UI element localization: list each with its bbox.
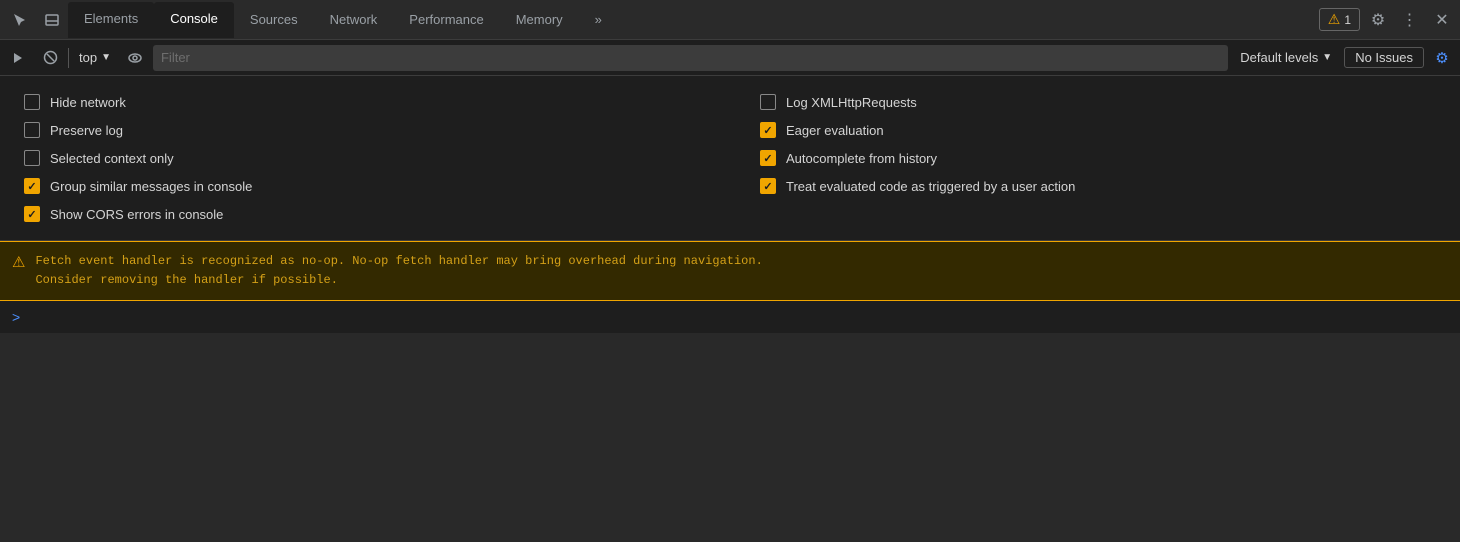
settings-right-column: Log XMLHttpRequests Eager evaluation Aut… <box>760 88 1436 228</box>
treat-evaluated-checkbox[interactable] <box>760 178 776 194</box>
warning-message-text: Fetch event handler is recognized as no-… <box>35 252 762 290</box>
console-gear-icon: ⚙ <box>1435 49 1448 67</box>
selected-context-checkbox[interactable] <box>24 150 40 166</box>
tab-more[interactable]: » <box>579 2 618 38</box>
warning-message: ⚠ Fetch event handler is recognized as n… <box>0 241 1460 301</box>
settings-button[interactable]: ⚙ <box>1364 6 1392 34</box>
warning-line-1: Fetch event handler is recognized as no-… <box>35 252 762 271</box>
close-icon: ✕ <box>1435 10 1448 30</box>
dock-icon[interactable] <box>36 2 68 38</box>
gear-icon: ⚙ <box>1371 10 1385 30</box>
context-label: top <box>79 50 97 65</box>
toolbar-divider <box>68 48 69 68</box>
console-settings-button[interactable]: ⚙ <box>1428 44 1456 72</box>
close-button[interactable]: ✕ <box>1428 6 1456 34</box>
tab-memory[interactable]: Memory <box>500 2 579 38</box>
chevron-down-icon: ▼ <box>101 52 111 63</box>
checkbox-group-similar[interactable]: Group similar messages in console <box>24 172 700 200</box>
checkbox-preserve-log[interactable]: Preserve log <box>24 116 700 144</box>
console-input-area[interactable]: > <box>0 301 1460 333</box>
log-xmlhttp-label: Log XMLHttpRequests <box>786 95 917 110</box>
clear-console-button[interactable] <box>36 44 64 72</box>
preserve-log-checkbox[interactable] <box>24 122 40 138</box>
tab-network[interactable]: Network <box>314 2 394 38</box>
treat-evaluated-label: Treat evaluated code as triggered by a u… <box>786 179 1075 194</box>
show-cors-label: Show CORS errors in console <box>50 207 223 222</box>
show-cors-checkbox[interactable] <box>24 206 40 222</box>
warning-message-icon: ⚠ <box>12 253 25 271</box>
group-similar-label: Group similar messages in console <box>50 179 252 194</box>
prompt-icon: > <box>12 309 20 325</box>
hide-network-label: Hide network <box>50 95 126 110</box>
selected-context-label: Selected context only <box>50 151 174 166</box>
group-similar-checkbox[interactable] <box>24 178 40 194</box>
warning-line-2: Consider removing the handler if possibl… <box>35 271 762 290</box>
warning-triangle-icon: ⚠ <box>1328 11 1341 28</box>
settings-grid: Hide network Preserve log Selected conte… <box>24 88 1436 228</box>
checkbox-hide-network[interactable]: Hide network <box>24 88 700 116</box>
autocomplete-label: Autocomplete from history <box>786 151 937 166</box>
eager-eval-checkbox[interactable] <box>760 122 776 138</box>
no-issues-button[interactable]: No Issues <box>1344 47 1424 68</box>
log-xmlhttp-checkbox[interactable] <box>760 94 776 110</box>
console-toolbar: top ▼ Default levels ▼ No Issues ⚙ <box>0 40 1460 76</box>
settings-left-column: Hide network Preserve log Selected conte… <box>24 88 700 228</box>
levels-dropdown[interactable]: Default levels ▼ <box>1232 48 1340 67</box>
checkbox-eager-eval[interactable]: Eager evaluation <box>760 116 1436 144</box>
checkbox-log-xmlhttp[interactable]: Log XMLHttpRequests <box>760 88 1436 116</box>
checkbox-treat-evaluated[interactable]: Treat evaluated code as triggered by a u… <box>760 172 1436 200</box>
no-issues-label: No Issues <box>1355 50 1413 65</box>
context-selector[interactable]: top ▼ <box>73 48 117 67</box>
preserve-log-label: Preserve log <box>50 123 123 138</box>
tab-sources[interactable]: Sources <box>234 2 314 38</box>
checkbox-show-cors[interactable]: Show CORS errors in console <box>24 200 700 228</box>
eye-button[interactable] <box>121 44 149 72</box>
hide-network-checkbox[interactable] <box>24 94 40 110</box>
settings-panel: Hide network Preserve log Selected conte… <box>0 76 1460 241</box>
filter-input[interactable] <box>153 45 1228 71</box>
warning-badge[interactable]: ⚠ 1 <box>1319 8 1360 31</box>
tab-elements[interactable]: Elements <box>68 2 154 38</box>
autocomplete-checkbox[interactable] <box>760 150 776 166</box>
checkbox-selected-context[interactable]: Selected context only <box>24 144 700 172</box>
tab-performance[interactable]: Performance <box>393 2 499 38</box>
more-dots-icon: ⋮ <box>1402 10 1419 30</box>
checkbox-autocomplete[interactable]: Autocomplete from history <box>760 144 1436 172</box>
levels-chevron-icon: ▼ <box>1322 52 1332 63</box>
warning-count: 1 <box>1344 13 1351 27</box>
tab-console[interactable]: Console <box>154 2 234 38</box>
execute-icon[interactable] <box>4 44 32 72</box>
more-menu-button[interactable]: ⋮ <box>1396 6 1424 34</box>
cursor-icon[interactable] <box>4 2 36 38</box>
tab-bar: Elements Console Sources Network Perform… <box>0 0 1460 40</box>
levels-label: Default levels <box>1240 50 1318 65</box>
eager-eval-label: Eager evaluation <box>786 123 884 138</box>
